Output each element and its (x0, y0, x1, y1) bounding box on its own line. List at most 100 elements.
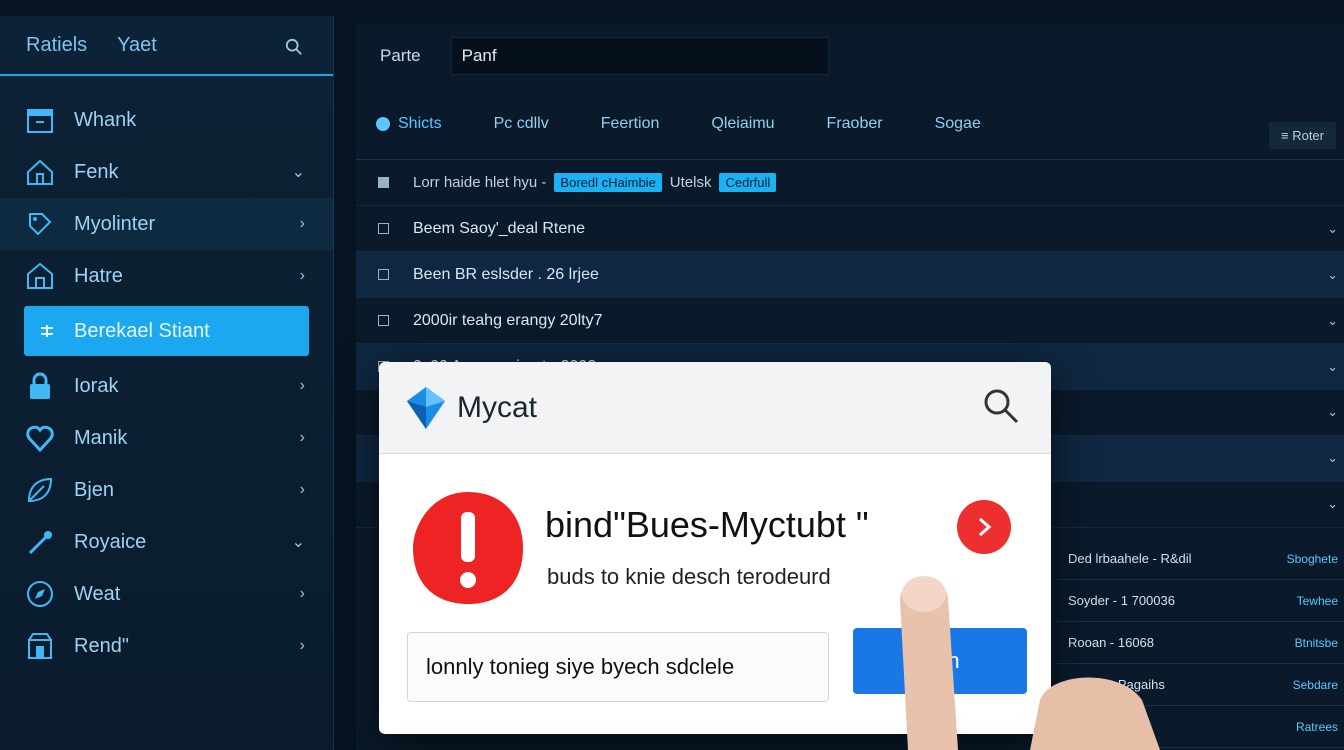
sidebar-item-manik[interactable]: Manik › (0, 412, 333, 464)
table-row[interactable]: 2000ir teahg erangy 20lty7 ⌄ (356, 298, 1344, 344)
list-item[interactable]: Rooan - 16068 Btnitsbe (1056, 622, 1344, 664)
filter-icon: ≡ (1281, 128, 1293, 143)
search-icon[interactable] (981, 386, 1021, 426)
dialog-subtext: buds to knie desch terodeurd (547, 564, 831, 589)
top-bar: Parte Panf (356, 24, 1344, 88)
list-item[interactable]: Ded lrbaahele - R&dil Sboghete (1056, 538, 1344, 580)
chevron-right-icon[interactable]: › (300, 481, 305, 499)
sidebar-item-bjen[interactable]: Bjen › (0, 464, 333, 516)
list-item[interactable]: Soyder - 1 700036 Tewhee (1056, 580, 1344, 622)
dialog-title: Mycat (457, 390, 538, 424)
alert-dialog: Mycat bind"Bues-Myctubt " buds to knie d… (379, 362, 1051, 734)
dialog-header: Mycat (379, 362, 1051, 454)
sidebar-item-label: Iorak (74, 374, 119, 397)
chevron-down-icon[interactable]: ⌄ (1327, 404, 1338, 420)
alert-icon (413, 492, 523, 604)
pen-icon (28, 531, 52, 555)
row-checkbox[interactable] (378, 315, 389, 326)
tab-fraober[interactable]: Fraober (827, 115, 883, 133)
leaf-icon (27, 477, 53, 503)
row-text: Been BR eslsder . 26 lrjee (413, 265, 599, 283)
app-logo-icon (407, 386, 445, 429)
chevron-down-icon[interactable]: ⌄ (292, 532, 305, 552)
sidebar-item-rend[interactable]: Rend" › (0, 620, 333, 672)
sidebar-item-label: Myolinter (74, 212, 156, 235)
header-text: Lorr haide hlet hyu - (413, 174, 547, 191)
list-item[interactable]: Ratrees (1056, 706, 1344, 748)
table-row[interactable]: Been BR eslsder . 26 lrjee ⌄ (356, 252, 1344, 298)
sidebar-tab-1[interactable]: Ratiels (26, 34, 87, 57)
sidebar-list: Whank Fenk ⌄ Myolinter › Hatre › Berekae… (0, 76, 333, 672)
chevron-down-icon[interactable]: ⌄ (1327, 496, 1338, 512)
chevron-right-icon[interactable]: › (300, 267, 305, 285)
sidebar-item-label: Bjen (74, 478, 115, 501)
sidebar-item-hatre[interactable]: Hatre › (0, 250, 333, 302)
tab-pc-cdllv[interactable]: Pc cdllv (494, 115, 549, 133)
chevron-down-icon[interactable]: ⌄ (1327, 450, 1338, 466)
sidebar-item-weat[interactable]: Weat › (0, 568, 333, 620)
home-icon (27, 159, 53, 185)
chevron-right-icon[interactable]: › (300, 377, 305, 395)
header-tag-2[interactable]: Cedrfull (719, 173, 777, 192)
sidebar-item-label: Fenk (74, 160, 119, 183)
chevron-down-icon[interactable]: ⌄ (292, 162, 305, 182)
tab-bar: Shicts Pc cdllv Feertion Qleiaimu Fraobe… (356, 88, 1344, 160)
row-checkbox[interactable] (378, 269, 389, 280)
top-label: Parte (380, 46, 421, 65)
sidebar-item-label: Whank (74, 108, 137, 131)
sidebar-item-label: Manik (74, 426, 128, 449)
sidebar-item-myolinter[interactable]: Myolinter › (0, 198, 333, 250)
chevron-down-icon[interactable]: ⌄ (1327, 267, 1338, 283)
sidebar-item-fenk[interactable]: Fenk ⌄ (0, 146, 333, 198)
chevron-right-icon[interactable]: › (300, 637, 305, 655)
sidebar-item-label: Rend" (74, 634, 129, 657)
dialog-input[interactable]: lonnly tonieg siye byech sdclele (407, 632, 829, 702)
sidebar-item-label: Hatre (74, 264, 123, 287)
sidebar-item-whank[interactable]: Whank (0, 94, 333, 146)
search-icon[interactable] (285, 38, 303, 56)
arrow-right-icon[interactable] (957, 500, 1011, 554)
sidebar-tab-2[interactable]: Yaet (117, 34, 157, 57)
chevron-right-icon[interactable]: › (300, 585, 305, 603)
header-text-2: Utelsk (669, 174, 712, 191)
chevron-right-icon[interactable]: › (300, 429, 305, 447)
tab-shicts[interactable]: Shicts (376, 115, 442, 133)
sidebar: Ratiels Yaet Whank Fenk ⌄ Myolinter › Ha… (0, 16, 334, 750)
table-row[interactable]: Beem Saoy'_deal Rtene ⌄ (356, 206, 1344, 252)
storefront-icon (27, 109, 53, 133)
filter-button[interactable]: ≡ Roter (1269, 122, 1336, 149)
tab-label: Shicts (398, 114, 442, 132)
chevron-right-icon[interactable]: › (300, 215, 305, 233)
chevron-down-icon[interactable]: ⌄ (1327, 359, 1338, 375)
sidebar-item-berekael-stiant[interactable]: Berekael Stiant (24, 306, 309, 356)
list-icon (41, 325, 53, 337)
dialog-submit-button[interactable]: W h (853, 628, 1027, 694)
tab-feertion[interactable]: Feertion (601, 115, 660, 133)
box-icon (28, 633, 52, 659)
sidebar-item-label: Weat (74, 582, 121, 605)
dialog-message: bind"Bues-Myctubt " (545, 504, 869, 545)
compass-icon (27, 581, 53, 607)
sidebar-item-iorak[interactable]: Iorak › (0, 360, 333, 412)
dialog-body: bind"Bues-Myctubt " buds to knie desch t… (379, 454, 1051, 734)
chevron-down-icon[interactable]: ⌄ (1327, 313, 1338, 329)
side-list: Ded lrbaahele - R&dil Sboghete Soyder - … (1056, 538, 1344, 748)
tag-icon (29, 213, 52, 236)
tab-qleiaimu[interactable]: Qleiaimu (711, 115, 774, 133)
top-input[interactable]: Panf (450, 37, 829, 75)
row-checkbox[interactable] (378, 223, 389, 234)
tab-dot-icon (376, 116, 390, 131)
tab-sogae[interactable]: Sogae (935, 115, 981, 133)
sidebar-item-royaice[interactable]: Royaice ⌄ (0, 516, 333, 568)
sidebar-item-label: Berekael Stiant (74, 319, 210, 342)
heart-icon (26, 425, 54, 453)
select-all-checkbox[interactable] (378, 177, 389, 188)
list-header: Lorr haide hlet hyu - Boredl cHaimbie Ut… (356, 160, 1344, 206)
row-text: 2000ir teahg erangy 20lty7 (413, 311, 603, 329)
row-text: Beem Saoy'_deal Rtene (413, 219, 586, 237)
lock-icon (30, 372, 50, 399)
sidebar-header: Ratiels Yaet (0, 16, 333, 76)
list-item[interactable]: Rhode - Pagaihs Sebdare (1056, 664, 1344, 706)
chevron-down-icon[interactable]: ⌄ (1327, 221, 1338, 237)
header-tag-1[interactable]: Boredl cHaimbie (554, 173, 662, 192)
